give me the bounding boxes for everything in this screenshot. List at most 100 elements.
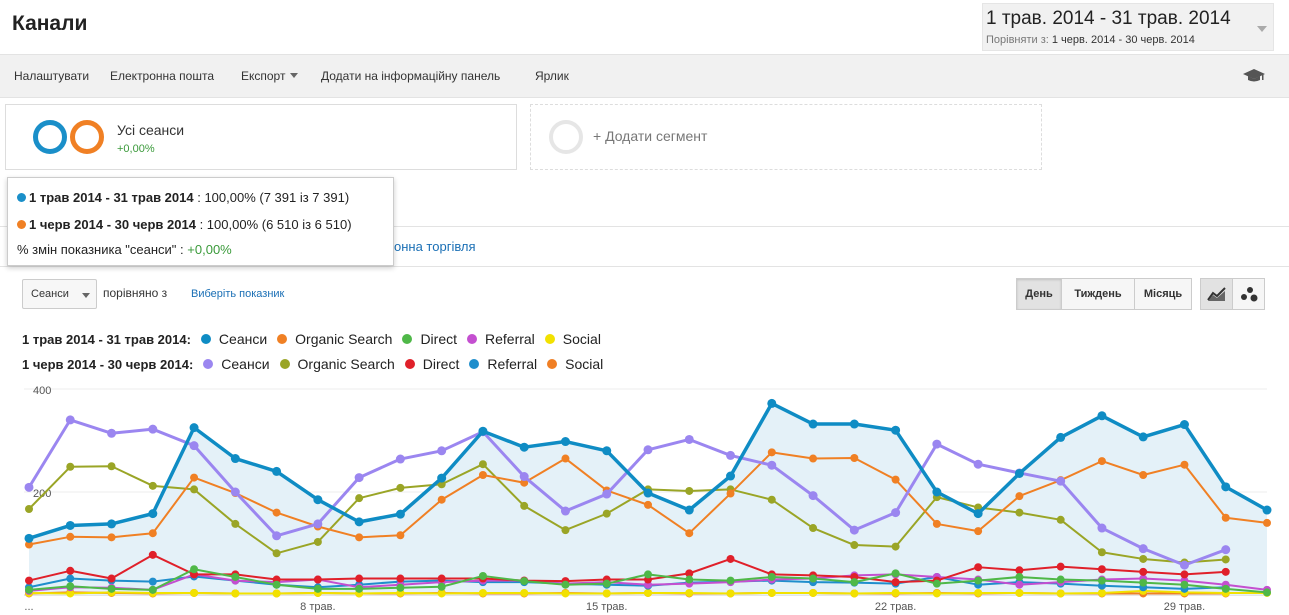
add-to-dashboard-button[interactable]: Додати на інформаційну панель bbox=[321, 69, 500, 83]
data-point bbox=[272, 531, 282, 541]
month-button[interactable]: Місяць bbox=[1134, 278, 1192, 310]
data-point bbox=[66, 566, 75, 575]
data-point bbox=[1138, 432, 1148, 442]
data-point bbox=[891, 542, 900, 551]
data-point bbox=[272, 466, 282, 476]
data-point bbox=[355, 533, 364, 542]
legend-item-label: Сеанси bbox=[221, 356, 270, 372]
data-point bbox=[231, 519, 240, 528]
data-point bbox=[932, 487, 942, 497]
data-point bbox=[1015, 588, 1024, 597]
legend-item[interactable]: Сеанси bbox=[203, 356, 270, 372]
segment-all-sessions[interactable]: Усі сеанси +0,00% bbox=[5, 104, 517, 170]
compare-label: Порівняти з: bbox=[986, 34, 1049, 46]
metric-select[interactable]: Сеанси bbox=[22, 279, 97, 309]
customize-button[interactable]: Налаштувати bbox=[14, 69, 89, 83]
export-button[interactable]: Експорт bbox=[241, 69, 299, 83]
data-point bbox=[66, 582, 75, 591]
data-point bbox=[1139, 554, 1148, 563]
data-point bbox=[684, 505, 694, 515]
tooltip-change-value: +0,00% bbox=[187, 242, 232, 257]
data-point bbox=[272, 589, 281, 598]
tooltip-change-label: % змін показника "сеанси" : bbox=[17, 242, 184, 257]
week-button[interactable]: Тиждень bbox=[1061, 278, 1135, 310]
x-tick-label: ... bbox=[24, 601, 33, 613]
data-point bbox=[1097, 411, 1107, 421]
data-point bbox=[561, 589, 570, 598]
graduation-cap-icon[interactable] bbox=[1242, 68, 1266, 84]
data-point bbox=[726, 471, 736, 481]
data-point bbox=[1097, 548, 1106, 557]
metric-select-value: Сеанси bbox=[31, 288, 69, 300]
data-point bbox=[767, 495, 776, 504]
legend-item[interactable]: Social bbox=[547, 356, 603, 372]
data-point bbox=[24, 482, 34, 492]
legend-item[interactable]: Direct bbox=[402, 331, 457, 347]
choose-metric-link[interactable]: Виберіть показник bbox=[191, 288, 284, 300]
date-range-picker[interactable]: 1 трав. 2014 - 31 трав. 2014 Порівняти з… bbox=[982, 3, 1274, 51]
data-point bbox=[561, 454, 570, 463]
data-point bbox=[355, 574, 364, 583]
chevron-down-icon bbox=[1257, 26, 1267, 32]
data-point bbox=[520, 588, 529, 597]
data-point bbox=[272, 580, 281, 589]
orange-dot-icon bbox=[17, 220, 26, 229]
data-point bbox=[478, 588, 487, 597]
data-point bbox=[726, 554, 735, 563]
day-button[interactable]: День bbox=[1016, 278, 1062, 310]
data-point bbox=[313, 537, 322, 546]
tooltip-row-change: % змін показника "сеанси" : +0,00% bbox=[17, 242, 232, 257]
data-point bbox=[602, 579, 611, 588]
data-point bbox=[643, 488, 653, 498]
empty-segment-circle-icon bbox=[549, 120, 583, 154]
data-point bbox=[849, 525, 859, 535]
legend-item[interactable]: Referral bbox=[469, 356, 537, 372]
data-point bbox=[1262, 505, 1272, 515]
data-point bbox=[437, 582, 446, 591]
legend-dot-icon bbox=[467, 334, 477, 344]
legend-item[interactable]: Social bbox=[544, 331, 601, 347]
legend-item-label: Organic Search bbox=[297, 356, 395, 372]
line-chart-view-button[interactable] bbox=[1200, 278, 1233, 310]
add-segment-button[interactable]: + Додати сегмент bbox=[530, 104, 1042, 170]
data-point bbox=[520, 577, 529, 586]
shortcut-button[interactable]: Ярлик bbox=[535, 69, 569, 83]
legend-item[interactable]: Direct bbox=[404, 356, 459, 372]
data-point bbox=[437, 446, 447, 456]
tab-ecommerce[interactable]: онна торгівля bbox=[394, 239, 476, 254]
email-button[interactable]: Електронна пошта bbox=[110, 69, 214, 83]
data-point bbox=[437, 473, 447, 483]
data-point bbox=[973, 459, 983, 469]
segment-tooltip: 1 трав 2014 - 31 трав 2014 : 100,00% (7 … bbox=[7, 177, 394, 266]
line-chart[interactable]: 400200... 8 трав. 15 трав. 22 трав. 29 трав. bbox=[0, 378, 1289, 615]
data-point bbox=[809, 524, 818, 533]
data-point bbox=[850, 454, 859, 463]
data-point bbox=[602, 509, 611, 518]
legend-item[interactable]: Referral bbox=[467, 331, 535, 347]
data-point bbox=[189, 441, 199, 451]
legend-item[interactable]: Organic Search bbox=[279, 356, 395, 372]
legend-dot-icon bbox=[277, 334, 288, 344]
compare-range: Порівняти з: 1 черв. 2014 - 30 черв. 201… bbox=[986, 34, 1195, 46]
data-point bbox=[932, 519, 941, 528]
x-tick-label: 22 трав. bbox=[875, 601, 916, 613]
blue-dot-icon bbox=[17, 193, 26, 202]
data-point bbox=[891, 508, 901, 518]
legend-item[interactable]: Сеанси bbox=[200, 331, 268, 347]
data-point bbox=[1180, 570, 1189, 579]
data-point bbox=[437, 495, 446, 504]
legend-item[interactable]: Organic Search bbox=[277, 331, 392, 347]
data-point bbox=[65, 520, 75, 530]
data-point bbox=[891, 588, 900, 597]
data-point bbox=[1221, 567, 1230, 576]
legend-item-label: Сеанси bbox=[218, 331, 268, 347]
data-point bbox=[66, 532, 75, 541]
data-point bbox=[190, 485, 199, 494]
tooltip-range: 1 трав 2014 - 31 трав 2014 bbox=[29, 190, 194, 205]
data-point bbox=[395, 509, 405, 519]
data-point bbox=[1139, 578, 1148, 587]
data-point bbox=[1015, 492, 1024, 501]
tooltip-range: 1 черв 2014 - 30 черв 2014 bbox=[29, 217, 196, 232]
data-point bbox=[478, 426, 488, 436]
motion-chart-view-button[interactable] bbox=[1232, 278, 1265, 310]
